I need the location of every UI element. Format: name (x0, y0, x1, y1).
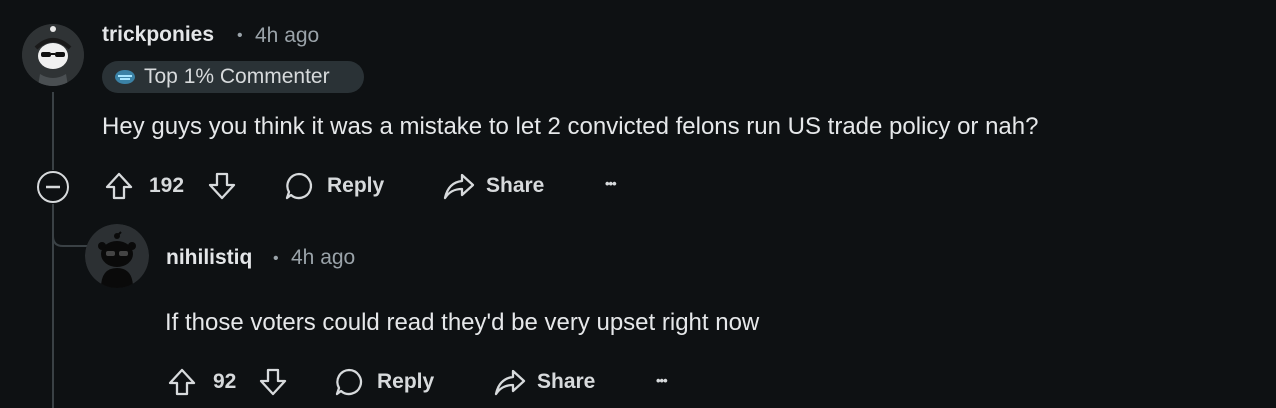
share-icon (494, 369, 526, 396)
comment-icon (335, 368, 363, 396)
flair-icon (114, 68, 136, 86)
collapse-button[interactable] (36, 170, 70, 204)
upvote-icon (105, 172, 133, 200)
downvote-icon (259, 368, 287, 396)
upvote-button[interactable] (166, 366, 198, 398)
user-flair: Top 1% Commenter (102, 61, 364, 93)
vote-count: 92 (213, 370, 237, 393)
downvote-icon (208, 172, 236, 200)
share-button[interactable]: Share (442, 170, 544, 202)
share-label: Share (486, 174, 545, 197)
comment-body: If those voters could read they'd be ver… (165, 309, 760, 336)
comment-icon (285, 172, 313, 200)
share-label: Share (537, 370, 596, 393)
collapse-icon (37, 171, 69, 203)
vote-count: 192 (149, 174, 185, 197)
timestamp[interactable]: 4h ago (255, 24, 319, 48)
flair-label: Top 1% Commenter (144, 65, 330, 88)
thread-line[interactable] (52, 92, 54, 170)
comment-body: Hey guys you think it was a mistake to l… (102, 113, 1039, 140)
more-options-button[interactable]: ••• (605, 176, 617, 191)
more-options-button[interactable]: ••• (656, 373, 668, 388)
avatar[interactable] (85, 224, 149, 288)
downvote-button[interactable] (206, 170, 238, 202)
downvote-button[interactable] (257, 366, 289, 398)
upvote-button[interactable] (103, 170, 135, 202)
timestamp[interactable]: 4h ago (291, 246, 355, 270)
share-icon (443, 173, 475, 200)
separator-dot: • (237, 27, 243, 44)
share-button[interactable]: Share (493, 366, 595, 398)
reply-button[interactable]: Reply (283, 170, 384, 202)
username[interactable]: nihilistiq (166, 246, 252, 270)
reply-button[interactable]: Reply (333, 366, 434, 398)
avatar[interactable] (22, 24, 84, 86)
reply-label: Reply (327, 174, 385, 197)
upvote-icon (168, 368, 196, 396)
separator-dot: • (273, 250, 279, 267)
reply-label: Reply (377, 370, 435, 393)
username[interactable]: trickponies (102, 23, 214, 47)
